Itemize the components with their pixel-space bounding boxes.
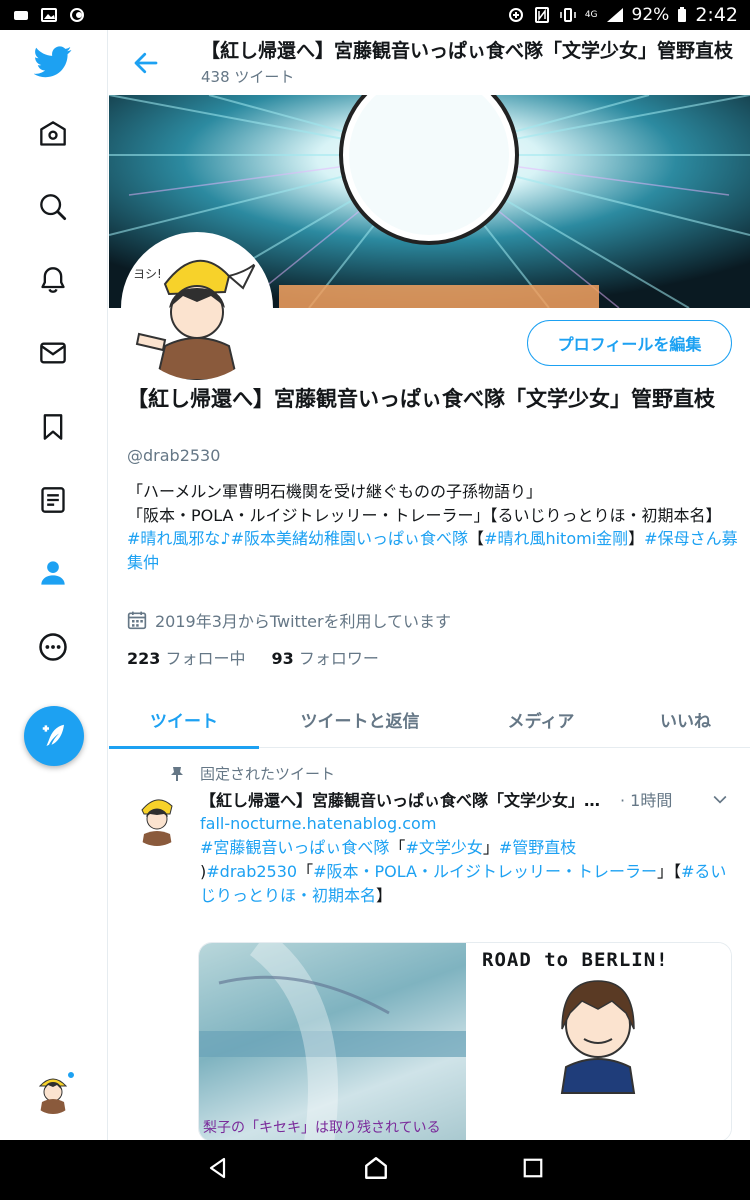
twitter-logo-icon[interactable] xyxy=(33,42,73,82)
hashtag-link[interactable]: #文学少女 xyxy=(405,838,482,857)
follow-counts: 223 フォロー中 93 フォロワー xyxy=(127,645,379,669)
join-date: 2019年3月からTwitterを利用しています xyxy=(127,608,451,632)
pinned-label: 固定されたツイート xyxy=(200,765,336,783)
followers-count: 93 xyxy=(271,649,294,668)
hashtag-link[interactable]: #阪本・POLA・ルイジトレッリー・トレーラー xyxy=(313,862,657,881)
avatar-image: ヨシ! xyxy=(125,236,269,380)
profile-header: 【紅し帰還へ】宮藤観音いっぱぃ食べ隊「文学少女」管野直枝 438 ツイート xyxy=(109,30,750,95)
hashtag-link[interactable]: #宮藤観音いっぱぃ食べ隊 xyxy=(200,838,389,857)
following-count: 223 xyxy=(127,649,161,668)
side-navigation xyxy=(0,30,108,1140)
bookmarks-icon[interactable] xyxy=(33,407,73,447)
hashtag-link[interactable]: #drab2530 xyxy=(206,862,297,881)
tweet-text-fragment: 「 xyxy=(389,838,406,857)
notifications-icon[interactable] xyxy=(33,260,73,300)
vibrate-icon xyxy=(559,7,577,23)
followers-link[interactable]: 93 フォロワー xyxy=(272,645,379,669)
following-label: フォロー中 xyxy=(165,649,246,668)
tweet-link[interactable]: fall-nocturne.hatenablog.com xyxy=(200,814,436,833)
profile-tabs: ツイート ツイートと返信 メディア いいね xyxy=(109,690,750,749)
bio-line: 「ハーメルン軍曹明石機関を受け継ぐものの子孫物語り」 xyxy=(127,482,543,501)
battery-icon xyxy=(677,7,687,23)
battery-percent: 92% xyxy=(631,5,670,25)
tweet-time[interactable]: · 1時間 xyxy=(620,787,672,811)
messages-icon[interactable] xyxy=(33,333,73,373)
media-caption: 梨子の「キセキ」は取り残されている xyxy=(203,1120,441,1136)
image-icon xyxy=(40,7,58,23)
profile-icon[interactable] xyxy=(33,553,73,593)
compose-icon xyxy=(42,724,64,746)
network-type: 4G xyxy=(584,10,598,20)
search-icon[interactable] xyxy=(33,187,73,227)
bio-line: 「阪本・POLA・ルイジトレッリー・トレーラー」【るいじりっとりほ・初期本名】 xyxy=(127,505,722,525)
pin-icon xyxy=(171,766,183,781)
tab-tweets[interactable]: ツイート xyxy=(109,690,259,749)
tweet-text: fall-nocturne.hatenablog.com #宮藤観音いっぱぃ食べ… xyxy=(200,812,735,908)
hashtag-link[interactable]: #晴れ風hitomi金剛 xyxy=(484,529,628,548)
join-date-text: 2019年3月からTwitterを利用しています xyxy=(155,612,452,631)
tweet-text-fragment: 」 xyxy=(482,838,499,857)
tweet-text-fragment: 」【 xyxy=(656,862,681,881)
lists-icon[interactable] xyxy=(33,480,73,520)
following-link[interactable]: 223 フォロー中 xyxy=(127,645,246,669)
more-icon[interactable] xyxy=(33,627,73,667)
tab-media[interactable]: メディア xyxy=(461,690,621,748)
media-image-left[interactable]: 梨子の「キセキ」は取り残されている xyxy=(199,943,466,1141)
home-icon[interactable] xyxy=(33,114,73,154)
tweet-count: 438 ツイート xyxy=(201,68,295,86)
data-saver-icon xyxy=(507,7,525,23)
calendar-icon xyxy=(127,611,147,630)
notification-icon xyxy=(12,7,30,23)
svg-text:ヨシ!: ヨシ! xyxy=(133,267,162,281)
back-triangle-icon[interactable] xyxy=(206,1156,230,1184)
back-arrow-icon[interactable] xyxy=(131,48,161,78)
profile-avatar[interactable]: ヨシ! xyxy=(121,232,273,384)
media-image-right[interactable]: ROAD to BERLIN! xyxy=(466,943,731,1141)
recents-square-icon[interactable] xyxy=(522,1157,544,1183)
status-bar: 4G 92% 2:42 xyxy=(0,0,750,30)
signal-icon xyxy=(606,7,624,23)
hashtag-link[interactable]: #晴れ風邪な♪#阪本美緒幼稚園いっぱぃ食べ隊 xyxy=(127,529,468,548)
bio-hashtags: #晴れ風邪な♪#阪本美緒幼稚園いっぱぃ食べ隊【#晴れ風hitomi金剛】#保母さ… xyxy=(127,527,739,574)
tab-tweets-and-replies[interactable]: ツイートと返信 xyxy=(259,690,461,748)
followers-label: フォロワー xyxy=(298,649,379,668)
system-navigation-bar xyxy=(0,1140,750,1200)
bio-bracket: 【 xyxy=(468,529,485,548)
tweet-text-fragment: 】 xyxy=(376,886,393,905)
bio-bracket: 】 xyxy=(628,529,645,548)
tweet-author-name[interactable]: 【紅し帰還へ】宮藤観音いっぱぃ食べ隊「文学少女」管野直枝 xyxy=(200,787,610,811)
pinned-indicator: 固定されたツイート xyxy=(170,763,335,784)
user-handle: @drab2530 xyxy=(127,446,221,465)
header-title: 【紅し帰還へ】宮藤観音いっぱぃ食べ隊「文学少女」管野直枝 xyxy=(201,40,734,62)
clock: 2:42 xyxy=(695,4,738,26)
home-circle-icon[interactable] xyxy=(363,1155,389,1185)
tweet-author-avatar[interactable] xyxy=(128,788,186,846)
compose-tweet-button[interactable] xyxy=(24,706,84,766)
display-name: 【紅し帰還へ】宮藤観音いっぱぃ食べ隊「文学少女」管野直枝 xyxy=(127,387,715,411)
notification-dot xyxy=(66,1070,76,1080)
hashtag-link[interactable]: #管野直枝 xyxy=(499,838,576,857)
chevron-down-icon[interactable] xyxy=(710,789,730,809)
nfc-icon xyxy=(533,7,551,23)
edit-profile-button[interactable]: プロフィールを編集 xyxy=(527,320,732,366)
tweet-header: 【紅し帰還へ】宮藤観音いっぱぃ食べ隊「文学少女」管野直枝 · 1時間 xyxy=(200,787,720,811)
tweet-media[interactable]: 梨子の「キセキ」は取り残されている ROAD to BERLIN! xyxy=(198,942,732,1142)
tweet-text-fragment: 「 xyxy=(297,862,314,881)
tab-likes[interactable]: いいね xyxy=(621,690,750,748)
profile-bio: 「ハーメルン軍曹明石機関を受け継ぐものの子孫物語り」 「阪本・POLA・ルイジト… xyxy=(127,480,739,574)
cast-icon xyxy=(68,7,86,23)
